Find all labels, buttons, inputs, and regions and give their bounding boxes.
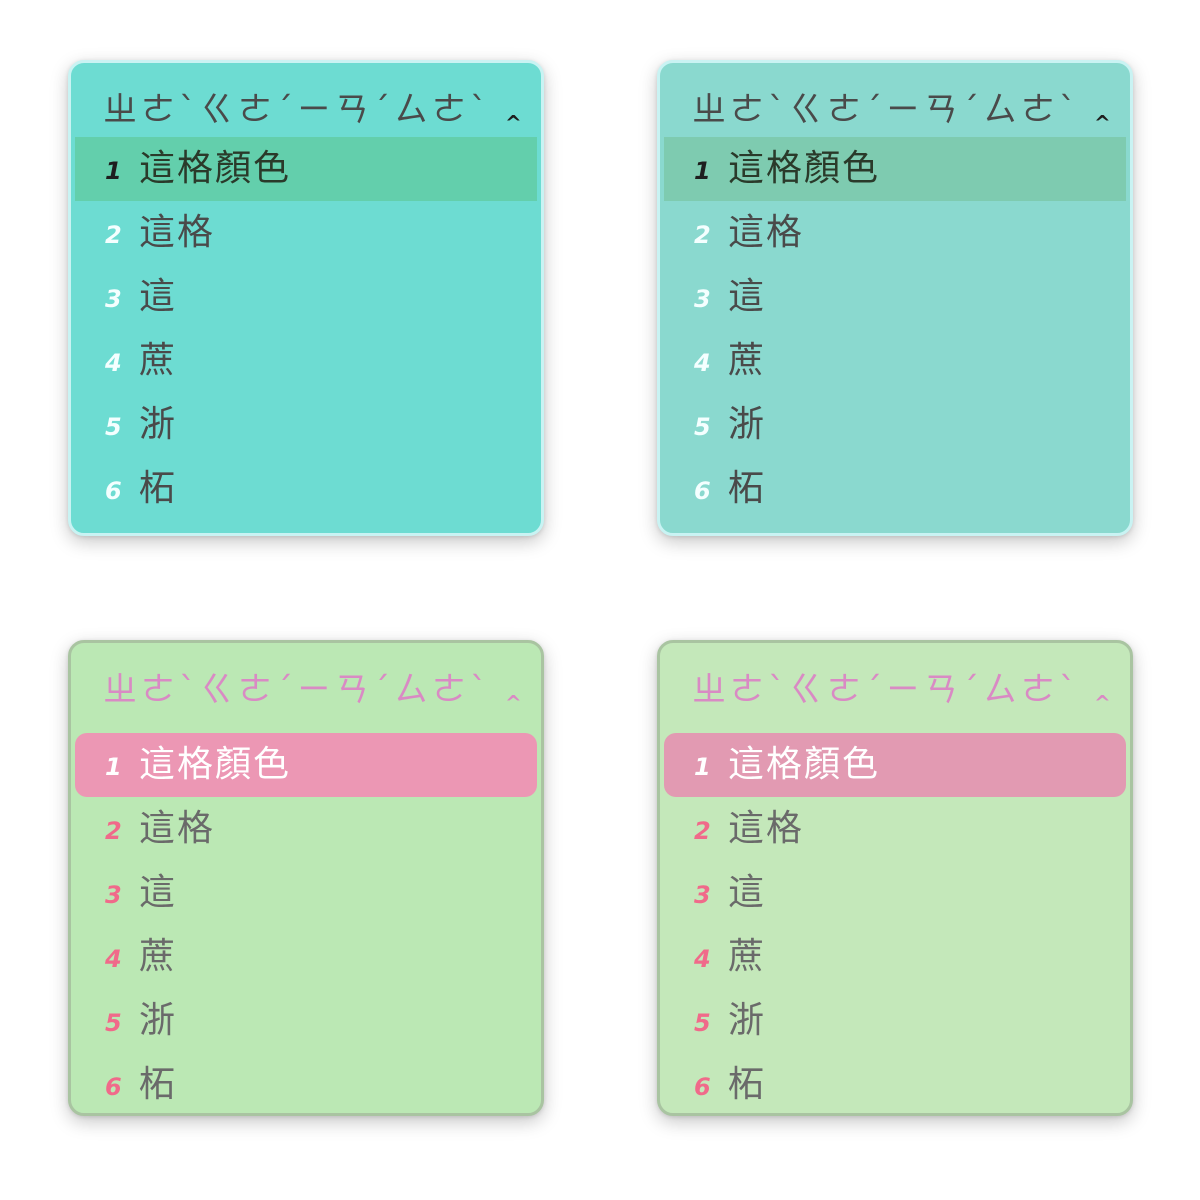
candidate-list: 1 這格顏色 2 這格 3 這 4 蔗 5 浙 6 柘 (75, 733, 537, 1113)
candidate-item-3[interactable]: 3 這 (75, 265, 537, 329)
candidate-item-3[interactable]: 3 這 (664, 861, 1126, 925)
candidate-index: 2 (694, 817, 711, 845)
candidate-item-4[interactable]: 4 蔗 (664, 925, 1126, 989)
caret-icon: ^ (505, 691, 522, 715)
candidate-index: 3 (105, 881, 122, 909)
candidate-text: 這 (728, 276, 767, 317)
candidate-window-4: ㄓㄜˋㄍㄜˊㄧㄢˊㄙㄜˋ ^ 1 這格顏色 2 這格 3 這 4 蔗 5 浙 6… (657, 640, 1133, 1116)
candidate-list: 1 這格顏色 2 這格 3 這 4 蔗 5 浙 6 柘 (75, 137, 537, 521)
candidate-item-5[interactable]: 5 浙 (664, 989, 1126, 1053)
candidate-text: 蔗 (728, 340, 767, 381)
candidate-item-5[interactable]: 5 浙 (75, 393, 537, 457)
candidate-index: 3 (694, 285, 711, 313)
candidate-text: 這 (139, 872, 178, 913)
candidate-text: 柘 (139, 1064, 178, 1105)
candidate-window-3: ㄓㄜˋㄍㄜˊㄧㄢˊㄙㄜˋ ^ 1 這格顏色 2 這格 3 這 4 蔗 5 浙 6… (68, 640, 544, 1116)
candidate-index: 6 (694, 1073, 711, 1101)
candidate-item-4[interactable]: 4 蔗 (75, 329, 537, 393)
caret-icon: ^ (1094, 111, 1111, 135)
candidate-item-6[interactable]: 6 柘 (75, 457, 537, 521)
candidate-index: 4 (105, 349, 122, 377)
candidate-item-6[interactable]: 6 柘 (75, 1053, 537, 1113)
theme-preview-grid: ㄓㄜˋㄍㄜˊㄧㄢˊㄙㄜˋ ^ 1 這格顏色 2 這格 3 這 4 蔗 5 浙 6… (0, 0, 1200, 1200)
candidate-item-1[interactable]: 1 這格顏色 (75, 733, 537, 797)
candidate-text: 浙 (728, 1000, 767, 1041)
candidate-index: 3 (694, 881, 711, 909)
candidate-index: 5 (694, 1009, 711, 1037)
candidate-list: 1 這格顏色 2 這格 3 這 4 蔗 5 浙 6 柘 (664, 137, 1126, 521)
candidate-item-6[interactable]: 6 柘 (664, 1053, 1126, 1113)
candidate-index: 6 (105, 477, 122, 505)
candidate-text: 這格 (728, 212, 805, 253)
candidate-item-1[interactable]: 1 這格顏色 (75, 137, 537, 201)
candidate-index: 4 (694, 945, 711, 973)
candidate-text: 這格顏色 (139, 744, 292, 785)
candidate-text: 浙 (139, 404, 178, 445)
candidate-text: 蔗 (728, 936, 767, 977)
candidate-text: 這格顏色 (728, 148, 881, 189)
candidate-index: 1 (694, 157, 711, 185)
candidate-text: 蔗 (139, 340, 178, 381)
candidate-text: 蔗 (139, 936, 178, 977)
candidate-item-1[interactable]: 1 這格顏色 (664, 137, 1126, 201)
candidate-index: 2 (105, 817, 122, 845)
candidate-window-1: ㄓㄜˋㄍㄜˊㄧㄢˊㄙㄜˋ ^ 1 這格顏色 2 這格 3 這 4 蔗 5 浙 6… (68, 60, 544, 536)
candidate-index: 6 (105, 1073, 122, 1101)
candidate-item-2[interactable]: 2 這格 (75, 201, 537, 265)
candidate-text: 柘 (728, 468, 767, 509)
candidate-text: 這格 (139, 212, 216, 253)
candidate-index: 4 (105, 945, 122, 973)
candidate-text: 柘 (728, 1064, 767, 1105)
caret-icon: ^ (505, 111, 522, 135)
candidate-index: 6 (694, 477, 711, 505)
candidate-index: 4 (694, 349, 711, 377)
preedit-text: ㄓㄜˋㄍㄜˊㄧㄢˊㄙㄜˋ (103, 90, 491, 130)
candidate-index: 2 (105, 221, 122, 249)
candidate-index: 3 (105, 285, 122, 313)
candidate-index: 5 (105, 1009, 122, 1037)
candidate-item-4[interactable]: 4 蔗 (75, 925, 537, 989)
candidate-item-2[interactable]: 2 這格 (664, 201, 1126, 265)
candidate-list: 1 這格顏色 2 這格 3 這 4 蔗 5 浙 6 柘 (664, 733, 1126, 1113)
candidate-index: 1 (105, 753, 122, 781)
candidate-text: 這格 (728, 808, 805, 849)
candidate-text: 浙 (728, 404, 767, 445)
candidate-index: 5 (694, 413, 711, 441)
candidate-index: 1 (694, 753, 711, 781)
candidate-text: 這 (139, 276, 178, 317)
candidate-item-5[interactable]: 5 浙 (75, 989, 537, 1053)
preedit-text: ㄓㄜˋㄍㄜˊㄧㄢˊㄙㄜˋ (103, 670, 491, 710)
candidate-item-3[interactable]: 3 這 (664, 265, 1126, 329)
candidate-item-6[interactable]: 6 柘 (664, 457, 1126, 521)
caret-icon: ^ (1094, 691, 1111, 715)
candidate-item-3[interactable]: 3 這 (75, 861, 537, 925)
candidate-item-5[interactable]: 5 浙 (664, 393, 1126, 457)
candidate-text: 這 (728, 872, 767, 913)
candidate-window-2: ㄓㄜˋㄍㄜˊㄧㄢˊㄙㄜˋ ^ 1 這格顏色 2 這格 3 這 4 蔗 5 浙 6… (657, 60, 1133, 536)
candidate-item-4[interactable]: 4 蔗 (664, 329, 1126, 393)
candidate-index: 5 (105, 413, 122, 441)
candidate-index: 2 (694, 221, 711, 249)
candidate-item-2[interactable]: 2 這格 (664, 797, 1126, 861)
preedit-text: ㄓㄜˋㄍㄜˊㄧㄢˊㄙㄜˋ (692, 90, 1080, 130)
candidate-text: 柘 (139, 468, 178, 509)
candidate-index: 1 (105, 157, 122, 185)
candidate-item-2[interactable]: 2 這格 (75, 797, 537, 861)
candidate-item-1[interactable]: 1 這格顏色 (664, 733, 1126, 797)
candidate-text: 這格顏色 (139, 148, 292, 189)
preedit-text: ㄓㄜˋㄍㄜˊㄧㄢˊㄙㄜˋ (692, 670, 1080, 710)
candidate-text: 這格顏色 (728, 744, 881, 785)
candidate-text: 這格 (139, 808, 216, 849)
candidate-text: 浙 (139, 1000, 178, 1041)
